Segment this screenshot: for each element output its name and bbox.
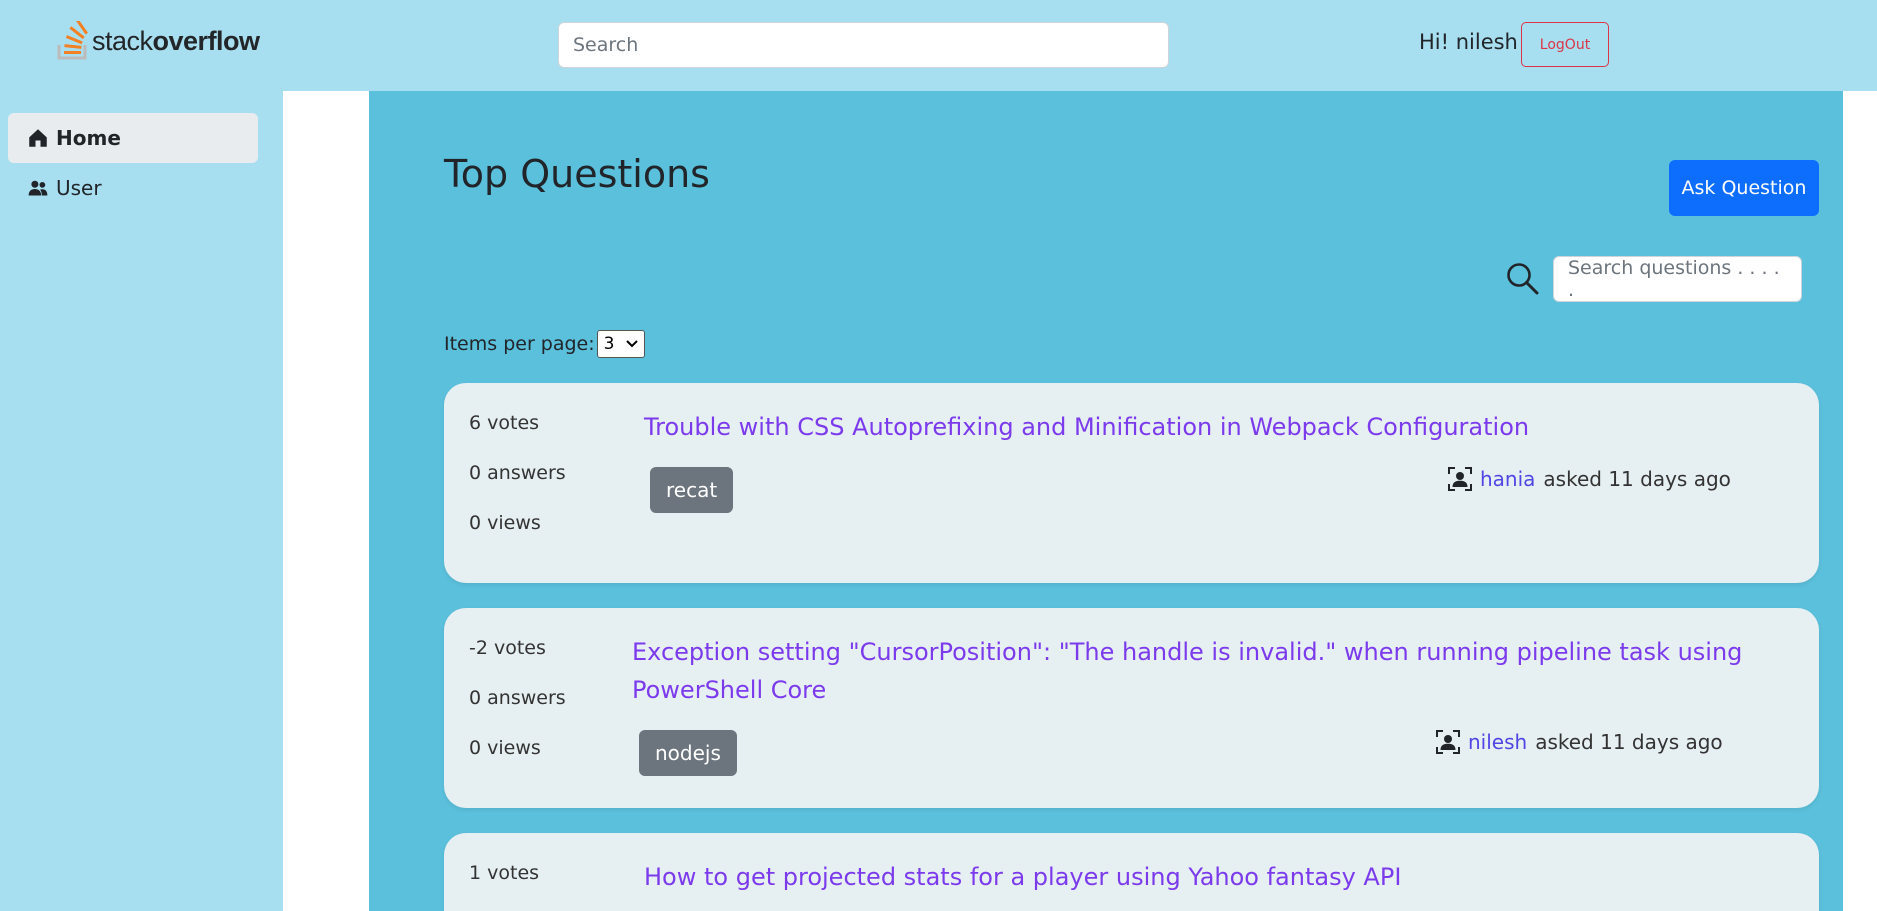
question-title-link[interactable]: Exception setting "CursorPosition": "The… xyxy=(632,633,1782,709)
question-views: 0 views xyxy=(469,512,541,534)
header-search-placeholder: Search xyxy=(573,34,639,56)
question-author-link[interactable]: hania xyxy=(1480,467,1535,491)
chevron-down-icon xyxy=(625,340,638,348)
sidebar-item-label: User xyxy=(56,176,102,200)
question-tag[interactable]: nodejs xyxy=(639,730,737,776)
question-title-line: Exception setting "CursorPosition": "The… xyxy=(632,638,1743,666)
question-asked-time: asked 11 days ago xyxy=(1535,730,1723,754)
sidebar-item-user[interactable]: User xyxy=(8,163,258,213)
sidebar: Home User xyxy=(0,91,283,911)
sidebar-item-home[interactable]: Home xyxy=(8,113,258,163)
question-votes: -2 votes xyxy=(469,637,546,659)
question-votes: 1 votes xyxy=(469,862,540,884)
question-search-placeholder: Search questions . . . . . xyxy=(1568,257,1780,301)
stackoverflow-logo[interactable]: stackoverflow xyxy=(56,20,260,62)
items-per-page-value: 3 xyxy=(603,334,615,354)
question-answers: 0 answers xyxy=(469,462,566,484)
page-title: Top Questions xyxy=(444,152,710,196)
question-author-link[interactable]: nilesh xyxy=(1468,730,1527,754)
items-per-page-label: Items per page: xyxy=(444,333,595,355)
question-title-link[interactable]: Trouble with CSS Autoprefixing and Minif… xyxy=(644,408,1529,446)
question-answers: 0 answers xyxy=(469,687,566,709)
user-avatar-icon xyxy=(1436,730,1460,754)
top-header: stackoverflow Search Hi! nilesh LogOut xyxy=(0,0,1877,91)
question-asker: hania asked 11 days ago xyxy=(1448,467,1731,491)
question-title-line: PowerShell Core xyxy=(632,676,827,704)
home-icon xyxy=(29,129,47,147)
question-votes: 6 votes xyxy=(469,412,540,434)
question-card: 1 votes How to get projected stats for a… xyxy=(444,833,1819,911)
question-card: 6 votes 0 answers 0 views Trouble with C… xyxy=(444,383,1819,583)
question-title-link[interactable]: How to get projected stats for a player … xyxy=(644,858,1401,896)
question-search-input[interactable]: Search questions . . . . . xyxy=(1553,256,1802,302)
user-greeting: Hi! nilesh xyxy=(1419,30,1518,54)
stackoverflow-logo-icon xyxy=(57,21,88,60)
question-tag[interactable]: recat xyxy=(650,467,734,513)
users-icon xyxy=(28,180,48,196)
question-asked-time: asked 11 days ago xyxy=(1543,467,1731,491)
sidebar-item-label: Home xyxy=(56,126,121,150)
question-card: -2 votes 0 answers 0 views Exception set… xyxy=(444,608,1819,808)
question-views: 0 views xyxy=(469,737,541,759)
items-per-page: Items per page: 3 xyxy=(444,330,645,358)
header-search-input[interactable]: Search xyxy=(558,22,1169,68)
user-avatar-icon xyxy=(1448,467,1472,491)
logout-button[interactable]: LogOut xyxy=(1521,22,1609,67)
search-icon[interactable] xyxy=(1506,262,1540,296)
ask-question-button[interactable]: Ask Question xyxy=(1669,160,1819,216)
question-asker: nilesh asked 11 days ago xyxy=(1436,730,1723,754)
logo-text: stackoverflow xyxy=(92,25,260,56)
items-per-page-select[interactable]: 3 xyxy=(596,330,645,358)
